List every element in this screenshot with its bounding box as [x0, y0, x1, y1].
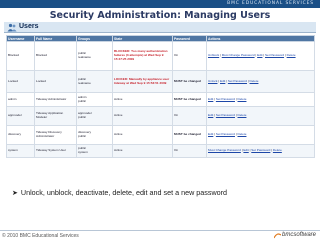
footer: © 2010 BMC Educational Services bmcsoftw… — [0, 230, 320, 240]
groups-cell: public realname — [76, 41, 113, 71]
fullname-cell: Tideway Discovery Administrator — [34, 125, 77, 145]
action-link-delete[interactable]: Delete — [238, 97, 247, 101]
groups-cell: appmodel public — [76, 106, 113, 126]
fullname-cell: Locked — [34, 70, 77, 93]
action-link-set-password[interactable]: Set Password — [216, 113, 235, 117]
brand-text: BMC EDUCATIONAL SERVICES — [227, 1, 314, 6]
panel-title: Users — [19, 23, 39, 30]
password-cell: On — [172, 41, 207, 71]
action-link-set-password[interactable]: Set Password — [251, 148, 270, 152]
action-link-delete[interactable]: Delete — [273, 148, 282, 152]
copyright-text: © 2010 BMC Educational Services — [2, 233, 79, 239]
table-row: Blocked Blocked public realname BLOCKED: To… — [6, 41, 315, 71]
username-cell: discovery — [6, 125, 35, 145]
state-status: Active — [114, 132, 123, 137]
table-row: Locked Locked public realname LOCKED: Manua… — [6, 70, 315, 93]
table-row: appmodel Tideway Application Modeler appmo… — [6, 106, 315, 126]
fullname-cell: Tideway Application Modeler — [34, 106, 77, 126]
state-cell: BLOCKED: Too many authentication failure… — [112, 41, 173, 71]
users-table: Username Full Name Groups State Password… — [6, 35, 315, 158]
state-cell: Active — [112, 106, 173, 126]
top-banner: BMC EDUCATIONAL SERVICES — [0, 0, 320, 8]
action-link-set-password[interactable]: Set Password — [228, 79, 247, 83]
groups-cell: admin public — [76, 92, 113, 107]
arrow-bullet-icon: ➤ — [12, 190, 18, 197]
bmc-swoosh-icon — [273, 233, 281, 239]
username-cell: admin — [6, 92, 35, 107]
actions-cell: Edit | Set Password | Delete — [206, 92, 315, 107]
password-cell: On — [172, 106, 207, 126]
fullname-cell: Blocked — [34, 41, 77, 71]
table-row: system Tideway System User public system Ac… — [6, 144, 315, 158]
action-link-delete[interactable]: Delete — [250, 79, 259, 83]
action-link-must-change-password[interactable]: Must Change Password — [208, 148, 241, 152]
users-icon — [7, 23, 17, 32]
fullname-cell: Tideway System User — [34, 144, 77, 158]
action-link-set-password[interactable]: Set Password — [216, 97, 235, 101]
state-cell: Active — [112, 92, 173, 107]
groups-cell: discovery public — [76, 125, 113, 145]
panel-header: Users — [4, 22, 316, 33]
state-status: Active — [114, 113, 123, 118]
state-message: LOCKED: Manually by appliance user tidew… — [114, 76, 170, 85]
fullname-cell: Tideway Administrator — [34, 92, 77, 107]
state-cell: Active — [112, 144, 173, 158]
state-cell: Active — [112, 125, 173, 145]
password-cell: On — [172, 144, 207, 158]
slide-title: Security Administration: Managing Users — [49, 10, 271, 21]
bullet-text: Unlock, unblock, deactivate, delete, edi… — [20, 188, 228, 197]
state-message: BLOCKED: Too many authentication failure… — [114, 49, 168, 61]
actions-cell: Must Change Password | Edit | Set Passwo… — [206, 144, 315, 158]
password-cell: MUST be changed — [172, 92, 207, 107]
username-cell: appmodel — [6, 106, 35, 126]
username-cell: Locked — [6, 70, 35, 93]
action-link-delete[interactable]: Delete — [238, 132, 247, 136]
state-cell: LOCKED: Manually by appliance user tidew… — [112, 70, 173, 93]
logo-text: bmcsoftware — [281, 232, 316, 238]
table-row: admin Tideway Administrator admin public Ac… — [6, 92, 315, 107]
bmc-logo: bmcsoftware — [273, 232, 316, 239]
actions-cell: Unblock | Must Change Password | Edit | … — [206, 41, 315, 71]
state-status: Active — [114, 96, 123, 101]
password-cell: MUST be changed — [172, 125, 207, 145]
table-row: discovery Tideway Discovery Administrator… — [6, 125, 315, 145]
actions-cell: Edit | Set Password | Delete — [206, 106, 315, 126]
groups-cell: public realname — [76, 70, 113, 93]
username-cell: Blocked — [6, 41, 35, 71]
actions-cell: Edit | Set Password | Delete — [206, 125, 315, 145]
action-link-delete[interactable]: Delete — [238, 113, 247, 117]
password-cell: MUST be changed — [172, 70, 207, 93]
action-link-delete[interactable]: Delete — [287, 53, 296, 57]
groups-cell: public system — [76, 144, 113, 158]
action-link-set-password[interactable]: Set Password — [216, 132, 235, 136]
state-status: Active — [114, 148, 123, 153]
action-link-set-password[interactable]: Set Password — [265, 53, 284, 57]
username-cell: system — [6, 144, 35, 158]
action-link-must-change-password[interactable]: Must Change Password — [222, 53, 255, 57]
users-panel: Users Username Full Name Groups State Pa… — [4, 22, 316, 173]
bullet-point: ➤ Unlock, unblock, deactivate, delete, ed… — [12, 188, 227, 197]
action-link-unblock[interactable]: Unblock — [208, 53, 219, 57]
actions-cell: Unlock | Edit | Set Password | Delete — [206, 70, 315, 93]
